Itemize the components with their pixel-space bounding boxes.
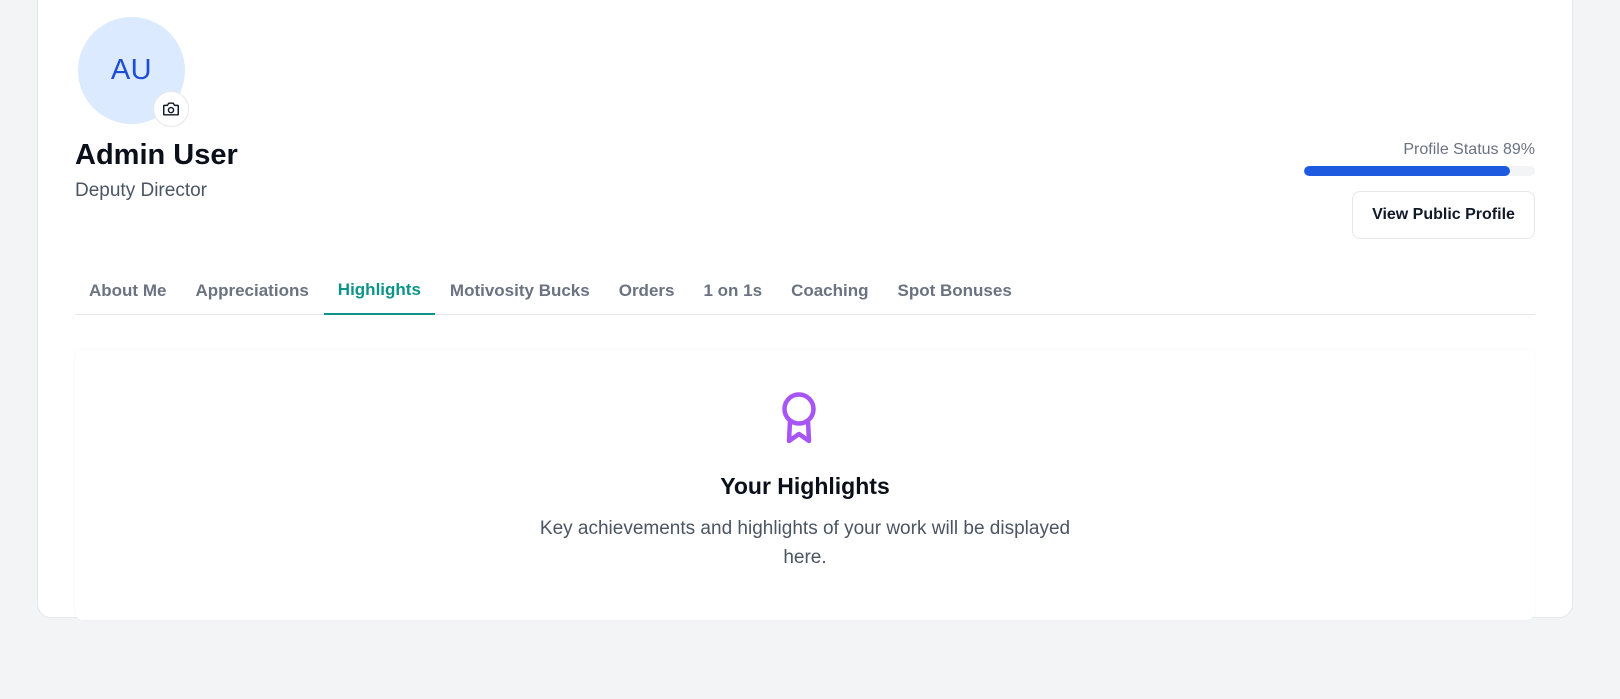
award-ribbon-icon xyxy=(782,392,816,444)
profile-status-label: Profile Status 89% xyxy=(1403,141,1535,158)
profile-status-progress-fill xyxy=(1304,166,1510,176)
user-name: Admin User xyxy=(75,139,238,171)
user-role: Deputy Director xyxy=(75,180,207,201)
tab-1-on-1s[interactable]: 1 on 1s xyxy=(689,270,776,315)
tab-appreciations[interactable]: Appreciations xyxy=(181,270,322,315)
tab-motivosity-bucks[interactable]: Motivosity Bucks xyxy=(436,270,604,315)
profile-tabs: About Me Appreciations Highlights Motivosit… xyxy=(75,270,1535,315)
camera-icon xyxy=(163,102,179,116)
tab-coaching[interactable]: Coaching xyxy=(777,270,882,315)
view-public-profile-button[interactable]: View Public Profile xyxy=(1352,191,1535,239)
tab-about-me[interactable]: About Me xyxy=(75,270,180,315)
tab-spot-bonuses[interactable]: Spot Bonuses xyxy=(884,270,1026,315)
tab-orders[interactable]: Orders xyxy=(605,270,689,315)
change-photo-button[interactable] xyxy=(153,91,189,127)
tab-highlights[interactable]: Highlights xyxy=(323,270,435,315)
profile-status-progress-bar xyxy=(1304,166,1535,176)
highlights-description: Key achievements and highlights of your … xyxy=(539,518,1071,568)
highlights-title: Your Highlights xyxy=(720,473,890,499)
avatar-initials: AU xyxy=(110,54,153,86)
